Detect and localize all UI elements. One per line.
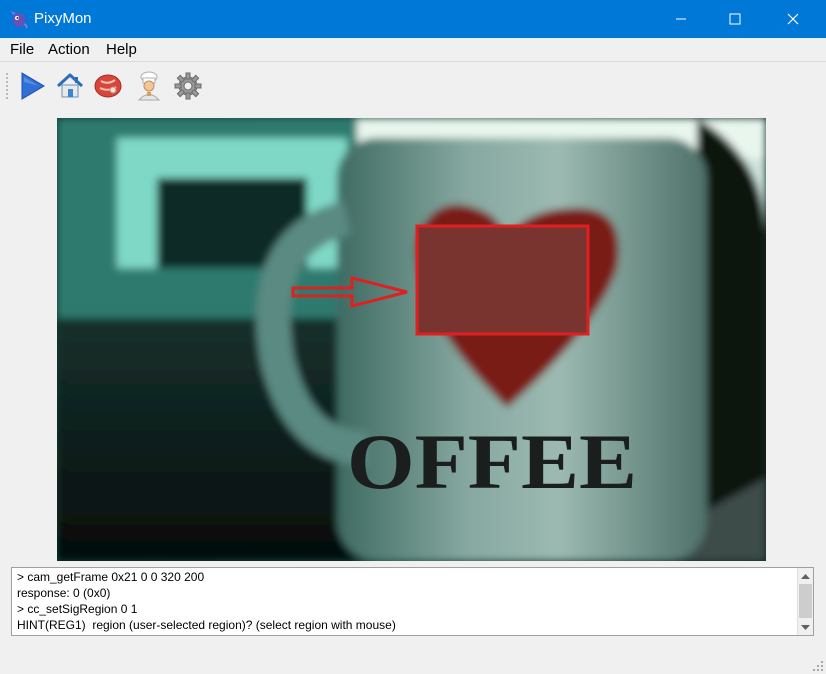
pixymon-window: PixyMon File Action Help OFFEE > cam_get… — [0, 0, 826, 674]
console-line: > cam_getFrame 0x21 0 0 320 200 — [17, 570, 205, 584]
menu-action[interactable]: Action — [48, 42, 90, 58]
home-icon — [56, 73, 84, 98]
arrow-down-icon — [801, 624, 810, 630]
title-bar[interactable]: PixyMon — [0, 0, 826, 38]
maximize-button[interactable] — [712, 0, 758, 38]
chef-icon — [137, 71, 161, 101]
gear-icon — [174, 72, 202, 100]
console-line: HINT(REG1) region (user-selected region)… — [17, 618, 396, 632]
default-program-button[interactable] — [53, 69, 87, 103]
console-line: response: 0 (0x0) — [17, 586, 111, 600]
cup-text: OFFEE — [347, 418, 637, 505]
video-frame[interactable]: OFFEE — [57, 118, 766, 561]
resize-grip-icon[interactable] — [812, 660, 824, 672]
scroll-thumb[interactable] — [799, 584, 812, 618]
scroll-down-button[interactable] — [798, 620, 813, 635]
minimize-button[interactable] — [658, 0, 704, 38]
console-line: > cc_setSigRegion 0 1 — [17, 602, 138, 616]
window-title: PixyMon — [34, 10, 92, 27]
minimize-icon — [676, 18, 686, 20]
play-icon — [21, 72, 45, 100]
maximize-icon — [729, 13, 741, 25]
toolbar — [0, 63, 826, 107]
toolbar-grip[interactable] — [6, 73, 10, 99]
arrow-up-icon — [801, 573, 810, 579]
meat-icon — [94, 74, 122, 98]
menu-file[interactable]: File — [10, 42, 34, 58]
menu-bar: File Action Help — [0, 38, 826, 62]
close-icon — [787, 13, 799, 25]
raw-video-button[interactable] — [91, 69, 125, 103]
selected-region-box[interactable] — [415, 224, 590, 336]
close-button[interactable] — [770, 0, 816, 38]
scroll-up-button[interactable] — [798, 568, 813, 583]
run-button[interactable] — [15, 69, 49, 103]
console-output[interactable]: > cam_getFrame 0x21 0 0 320 200 response… — [11, 567, 814, 636]
menu-help[interactable]: Help — [106, 42, 137, 58]
console-scrollbar[interactable] — [797, 568, 813, 635]
pixymon-app-icon — [11, 11, 28, 29]
cooked-video-button[interactable] — [132, 69, 166, 103]
configure-button[interactable] — [171, 69, 205, 103]
